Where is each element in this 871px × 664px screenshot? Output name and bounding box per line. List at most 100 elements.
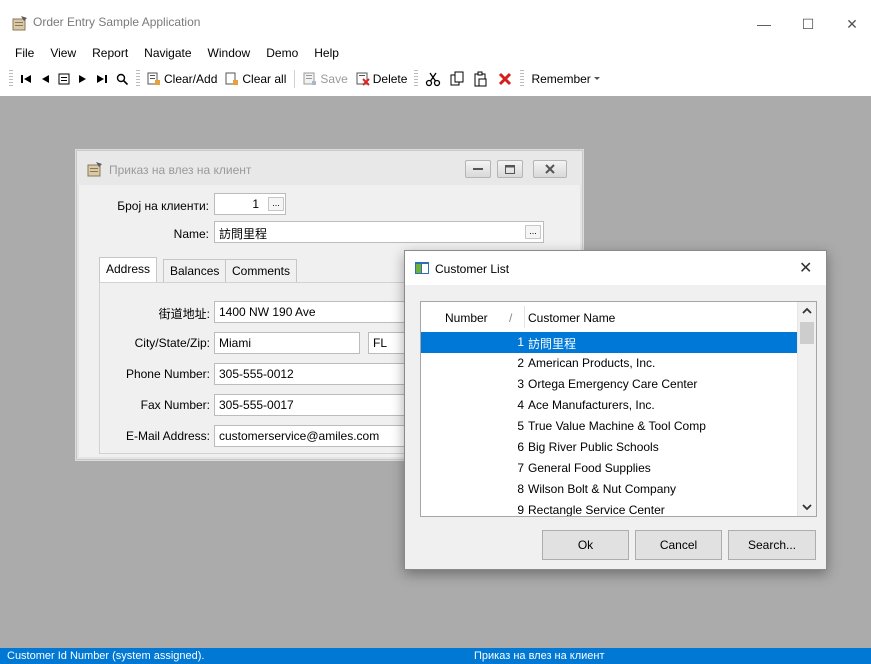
tab-address[interactable]: Address [99, 257, 158, 283]
column-divider[interactable] [524, 306, 525, 328]
toolbar-grip[interactable] [414, 70, 419, 88]
name-field[interactable]: 訪問里程 [214, 221, 544, 243]
scrollbar-thumb[interactable] [800, 322, 814, 344]
email-field[interactable]: customerservice@amiles.com [214, 425, 414, 447]
list-row-5[interactable]: 5 True Value Machine & Tool Comp [421, 416, 797, 437]
maximize-button[interactable]: ☐ [786, 10, 830, 38]
customer-lookup-button[interactable]: ... [268, 197, 284, 211]
next-record-button[interactable] [74, 68, 92, 90]
row-number: 1 [517, 335, 524, 349]
clear-all-label: Clear all [242, 72, 287, 86]
paste-icon [474, 71, 487, 87]
paste-button[interactable] [469, 68, 493, 90]
minimize-button[interactable]: — [742, 10, 786, 38]
remember-dropdown[interactable]: Remember [527, 68, 604, 90]
tab-comments[interactable]: Comments [225, 259, 298, 283]
maximize-icon [505, 164, 515, 174]
close-button[interactable]: ✕ [830, 10, 871, 38]
list-row-2[interactable]: 2 American Products, Inc. [421, 353, 797, 374]
list-row-3[interactable]: 3 Ortega Emergency Care Center [421, 374, 797, 395]
copy-icon [450, 71, 464, 86]
row-name: Ortega Emergency Care Center [528, 377, 698, 391]
row-name: Ace Manufacturers, Inc. [528, 398, 655, 412]
child-window-icon [87, 161, 103, 177]
search-button[interactable]: Search... [728, 530, 816, 560]
app-icon [12, 15, 28, 31]
menu-view[interactable]: View [42, 46, 84, 60]
delete-label: Delete [372, 72, 408, 86]
row-number: 9 [517, 503, 524, 517]
minimize-icon [473, 168, 483, 170]
chevron-down-icon [593, 77, 600, 80]
row-name: Big River Public Schools [528, 440, 659, 454]
previous-record-button[interactable] [36, 68, 54, 90]
toolbar-grip[interactable] [9, 70, 13, 88]
row-name: Rectangle Service Center [528, 503, 665, 517]
status-active-window: Приказ на влез на клиент [474, 650, 605, 662]
status-message: Customer Id Number (system assigned). [7, 650, 205, 662]
tab-balances[interactable]: Balances [163, 259, 227, 283]
row-number: 5 [517, 419, 524, 433]
column-header-customer-name[interactable]: Customer Name [528, 311, 615, 325]
last-record-button[interactable] [92, 68, 112, 90]
ok-button[interactable]: Ok [542, 530, 629, 560]
list-row-6[interactable]: 6 Big River Public Schools [421, 437, 797, 458]
city-field[interactable]: Miami [214, 332, 360, 354]
child-minimize-button[interactable] [465, 160, 491, 178]
clear-all-button[interactable]: Clear all [221, 68, 290, 90]
clear-add-button[interactable]: Clear/Add [143, 68, 221, 90]
previous-record-icon [42, 75, 49, 83]
list-row-8[interactable]: 8 Wilson Bolt & Nut Company [421, 479, 797, 500]
toolbar-grip[interactable] [136, 70, 140, 88]
menu-window[interactable]: Window [200, 46, 259, 60]
first-record-button[interactable] [16, 68, 36, 90]
menu-report[interactable]: Report [84, 46, 136, 60]
list-row-1[interactable]: 1 訪問里程 [421, 332, 797, 353]
menu-help[interactable]: Help [306, 46, 347, 60]
find-button[interactable] [112, 68, 133, 90]
list-row-7[interactable]: 7 General Food Supplies [421, 458, 797, 479]
clear-all-icon [225, 72, 239, 85]
cancel-changes-button[interactable] [493, 68, 517, 90]
toolbar-grip[interactable] [520, 70, 525, 88]
delete-button[interactable]: Delete [352, 68, 412, 90]
toolbar-separator [294, 70, 296, 88]
row-number: 8 [517, 482, 524, 496]
menu-file[interactable]: File [7, 46, 42, 60]
first-record-icon [21, 75, 31, 83]
child-maximize-button[interactable] [497, 160, 523, 178]
close-icon [545, 164, 555, 174]
phone-label: Phone Number: [125, 367, 210, 381]
name-lookup-button[interactable]: ... [525, 225, 541, 239]
cut-button[interactable] [421, 68, 445, 90]
city-state-zip-label: City/State/Zip: [134, 336, 210, 350]
dialog-close-button[interactable]: ✕ [799, 258, 812, 278]
save-label: Save [320, 72, 348, 86]
fax-field[interactable]: 305-555-0017 [214, 394, 414, 416]
row-number: 6 [517, 440, 524, 454]
vertical-scrollbar[interactable] [797, 302, 816, 516]
name-label: Name: [173, 227, 209, 241]
row-name: Wilson Bolt & Nut Company [528, 482, 677, 496]
list-row-9[interactable]: 9 Rectangle Service Center [421, 500, 797, 517]
menu-navigate[interactable]: Navigate [136, 46, 199, 60]
chevron-down-icon[interactable] [802, 504, 812, 511]
toolbar: Clear/Add Clear all Save Delete Remember [0, 66, 871, 92]
row-name: True Value Machine & Tool Comp [528, 419, 706, 433]
child-close-button[interactable] [533, 160, 567, 178]
list-button[interactable] [54, 68, 74, 90]
next-record-icon [79, 75, 86, 83]
phone-field[interactable]: 305-555-0012 [214, 363, 414, 385]
column-header-number[interactable]: Number [445, 311, 488, 325]
list-window-icon [415, 262, 429, 274]
row-name: General Food Supplies [528, 461, 651, 475]
street-field[interactable]: 1400 NW 190 Ave [214, 301, 414, 323]
menu-demo[interactable]: Demo [258, 46, 306, 60]
copy-button[interactable] [445, 68, 469, 90]
list-header: Number / Customer Name [421, 302, 797, 332]
chevron-up-icon[interactable] [802, 307, 812, 314]
save-button[interactable]: Save [299, 68, 351, 90]
list-row-4[interactable]: 4 Ace Manufacturers, Inc. [421, 395, 797, 416]
customer-list-view[interactable]: Number / Customer Name 1 訪問里程 2 American P… [420, 301, 817, 517]
cancel-button[interactable]: Cancel [635, 530, 722, 560]
